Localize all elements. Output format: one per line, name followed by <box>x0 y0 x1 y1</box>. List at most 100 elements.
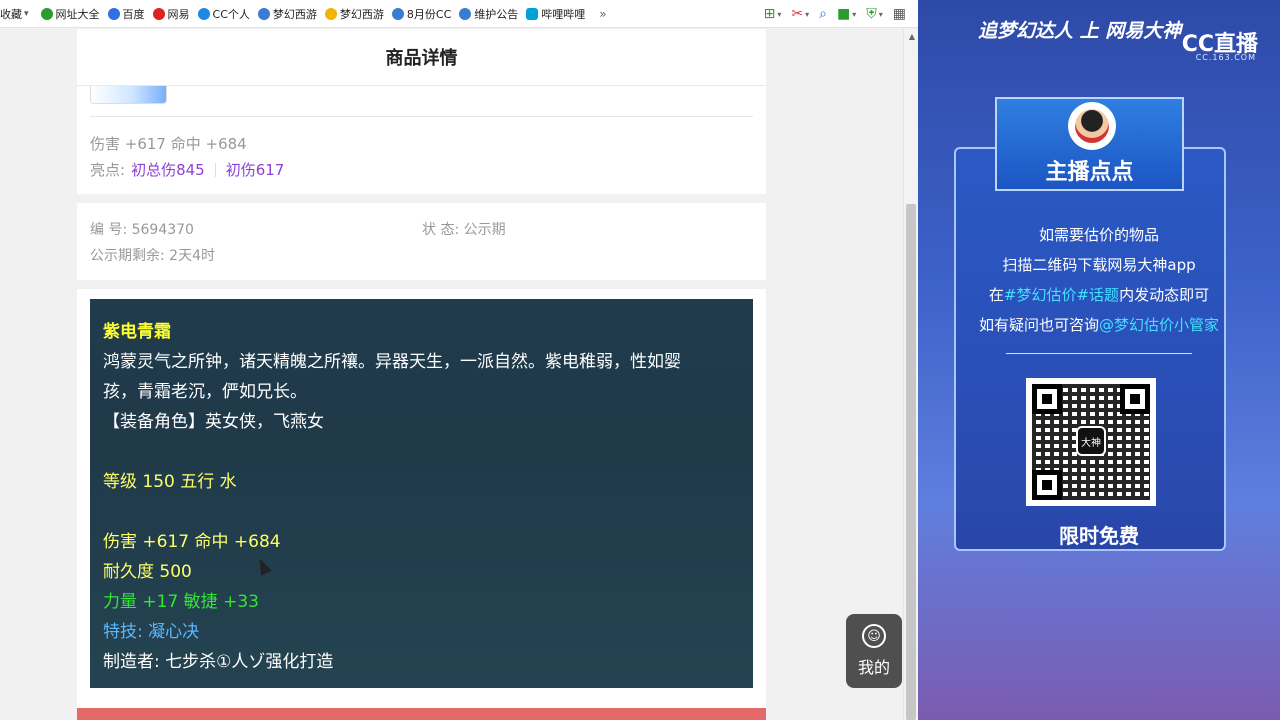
page-title: 商品详情 <box>385 48 458 69</box>
bookmark-item[interactable]: 梦幻西游 <box>321 0 388 27</box>
bookmark-item[interactable]: 梦幻西游 <box>254 0 321 27</box>
game-icon <box>324 7 337 20</box>
qr-finder <box>1032 470 1062 500</box>
globe-icon <box>40 7 53 20</box>
streamer-title: 主播点点 <box>1045 160 1134 185</box>
page-header: 商品详情 <box>77 29 766 86</box>
cc-url: CC.163.COM <box>1195 53 1256 62</box>
bookmark-label: 网易 <box>167 7 190 21</box>
more-bookmarks-button[interactable]: » <box>599 7 606 21</box>
buy-bar[interactable] <box>77 708 766 720</box>
item-name: 紫电青霜 <box>103 322 171 342</box>
overlay-banner: 追梦幻达人 上 网易大神 <box>978 20 1182 42</box>
bookmark-label: 梦幻西游 <box>272 7 317 21</box>
scrollbar-thumb[interactable] <box>906 204 916 720</box>
instruction-line: 如有疑问也可咨询@梦幻估价小管家 <box>918 310 1280 340</box>
bookmark-favorites[interactable]: 收藏 ▾ <box>0 0 37 27</box>
bookmark-label: 哔哩哔哩 <box>541 7 586 21</box>
bookmark-label: 收藏 <box>0 7 22 21</box>
streamer-card: 主播点点 <box>995 97 1184 191</box>
scissors-icon[interactable]: ✂ <box>791 7 803 21</box>
qr-finder <box>1032 384 1062 414</box>
browser-tools: ⊞ ▾ ✂ ▾ ⌕ ■ ▾ ⛨ ▾ ▦ <box>763 0 918 27</box>
divider <box>90 116 753 117</box>
user-icon: ☺ <box>862 624 886 648</box>
my-button[interactable]: ☺ 我的 <box>846 614 902 688</box>
item-status: 状 态: 公示期 <box>422 222 506 238</box>
stream-overlay: 追梦幻达人 上 网易大神 CC直播 CC.163.COM 主播点点 如需要估价的… <box>918 0 1280 720</box>
topic-tag: #梦幻估价#话题 <box>1003 286 1120 304</box>
text: 内发动态即可 <box>1119 286 1210 304</box>
page-content: 商品详情 伤害 +617 命中 +684 亮点: 初总伤845 初伤617 编 … <box>0 29 918 720</box>
translate-icon[interactable]: ⊞ <box>764 7 776 21</box>
avatar-face-icon <box>1075 109 1109 143</box>
divider <box>1006 353 1192 354</box>
item-special: 特技: 凝心决 <box>103 622 200 642</box>
text: 在 <box>988 286 1004 304</box>
item-description: 紫电青霜 鸿蒙灵气之所钟，诸天精魄之所禳。异器天生，一派自然。紫电稚弱，性如婴 … <box>90 299 753 688</box>
public-remaining: 公示期剩余: 2天4时 <box>90 248 215 264</box>
desc-line: 鸿蒙灵气之所钟，诸天精魄之所禳。异器天生，一派自然。紫电稚弱，性如婴 <box>103 352 681 372</box>
chevron-down-icon[interactable]: ▾ <box>777 10 781 19</box>
instruction-line: 如需要估价的物品 <box>1038 226 1159 244</box>
bookmark-item[interactable]: 百度 <box>104 0 149 27</box>
item-damage: 伤害 +617 命中 +684 <box>103 532 281 552</box>
cc-icon <box>197 7 210 20</box>
instruction-line: 在#梦幻估价#话题内发动态即可 <box>918 280 1280 310</box>
search-icon[interactable]: ⌕ <box>819 7 827 21</box>
item-level: 等级 150 五行 水 <box>103 472 237 492</box>
chevron-down-icon[interactable]: ▾ <box>879 10 883 19</box>
chevron-down-icon[interactable]: ▾ <box>805 10 809 19</box>
bookmark-item[interactable]: 哔哩哔哩 <box>522 0 589 27</box>
shield-icon[interactable]: ⛨ <box>866 7 877 21</box>
highlights-row: 亮点: 初总伤845 初伤617 <box>90 159 284 180</box>
qr-finder <box>1120 384 1150 414</box>
bookmark-item[interactable]: CC个人 <box>194 0 254 27</box>
bookmark-label: 百度 <box>122 7 145 21</box>
item-attributes: 力量 +17 敏捷 +33 <box>103 592 259 612</box>
cc-icon <box>391 7 404 20</box>
game-controller-icon[interactable]: ■ <box>837 7 850 21</box>
highlight-label: 亮点: <box>90 161 126 179</box>
qr-code[interactable]: 大神 <box>1026 378 1156 506</box>
avatar <box>1068 102 1116 150</box>
bookmark-label: 网址大全 <box>55 7 100 21</box>
paw-icon <box>107 7 120 20</box>
bookmarks-bar: 收藏 ▾ 网址大全 百度 网易 CC个人 梦幻西游 梦幻西游 8月份CC 维护公… <box>0 0 918 28</box>
instruction-line: 扫描二维码下载网易大神app <box>1002 256 1196 274</box>
bookmark-label: CC个人 <box>212 7 250 21</box>
bookmark-item[interactable]: 维护公告 <box>455 0 522 27</box>
text: 如有疑问也可咨询 <box>978 316 1099 334</box>
scrollbar[interactable]: ▲ <box>903 29 918 720</box>
highlight-tag: 初总伤845 <box>131 161 205 179</box>
item-stats-card: 伤害 +617 命中 +684 亮点: 初总伤845 初伤617 <box>77 86 766 194</box>
item-id: 编 号: 5694370 <box>90 222 194 238</box>
qr-logo: 大神 <box>1076 426 1106 456</box>
bookmark-label: 8月份CC <box>406 7 452 21</box>
bookmark-label: 维护公告 <box>474 7 519 21</box>
item-info-card: 编 号: 5694370 状 态: 公示期 公示期剩余: 2天4时 <box>77 203 766 280</box>
info-icon <box>459 7 472 20</box>
scroll-up-icon[interactable]: ▲ <box>909 32 915 41</box>
item-durability: 耐久度 500 <box>103 562 192 582</box>
item-description-card: 紫电青霜 鸿蒙灵气之所钟，诸天精魄之所禳。异器天生，一派自然。紫电稚弱，性如婴 … <box>77 289 766 709</box>
apps-grid-icon[interactable]: ▦ <box>893 7 906 21</box>
item-maker: 制造者: 七步杀①人ゾ强化打造 <box>103 652 334 672</box>
chevron-down-icon[interactable]: ▾ <box>852 10 856 19</box>
stats-summary: 伤害 +617 命中 +684 <box>90 135 247 153</box>
netease-icon <box>152 7 165 20</box>
bookmark-item[interactable]: 网易 <box>149 0 194 27</box>
desc-line: 孩，青霜老沉，俨如兄长。 <box>103 382 307 402</box>
divider <box>214 162 216 177</box>
game-icon <box>257 7 270 20</box>
free-label: 限时免费 <box>1059 524 1139 548</box>
panel-instructions: 如需要估价的物品 扫描二维码下载网易大神app 在#梦幻估价#话题内发动态即可 … <box>918 220 1280 340</box>
chevron-down-icon: ▾ <box>24 8 29 19</box>
bookmark-label: 梦幻西游 <box>339 7 384 21</box>
item-thumbnail[interactable] <box>90 86 167 104</box>
tv-icon <box>526 7 539 20</box>
bookmark-item[interactable]: 8月份CC <box>388 0 455 27</box>
bookmark-item[interactable]: 网址大全 <box>37 0 104 27</box>
